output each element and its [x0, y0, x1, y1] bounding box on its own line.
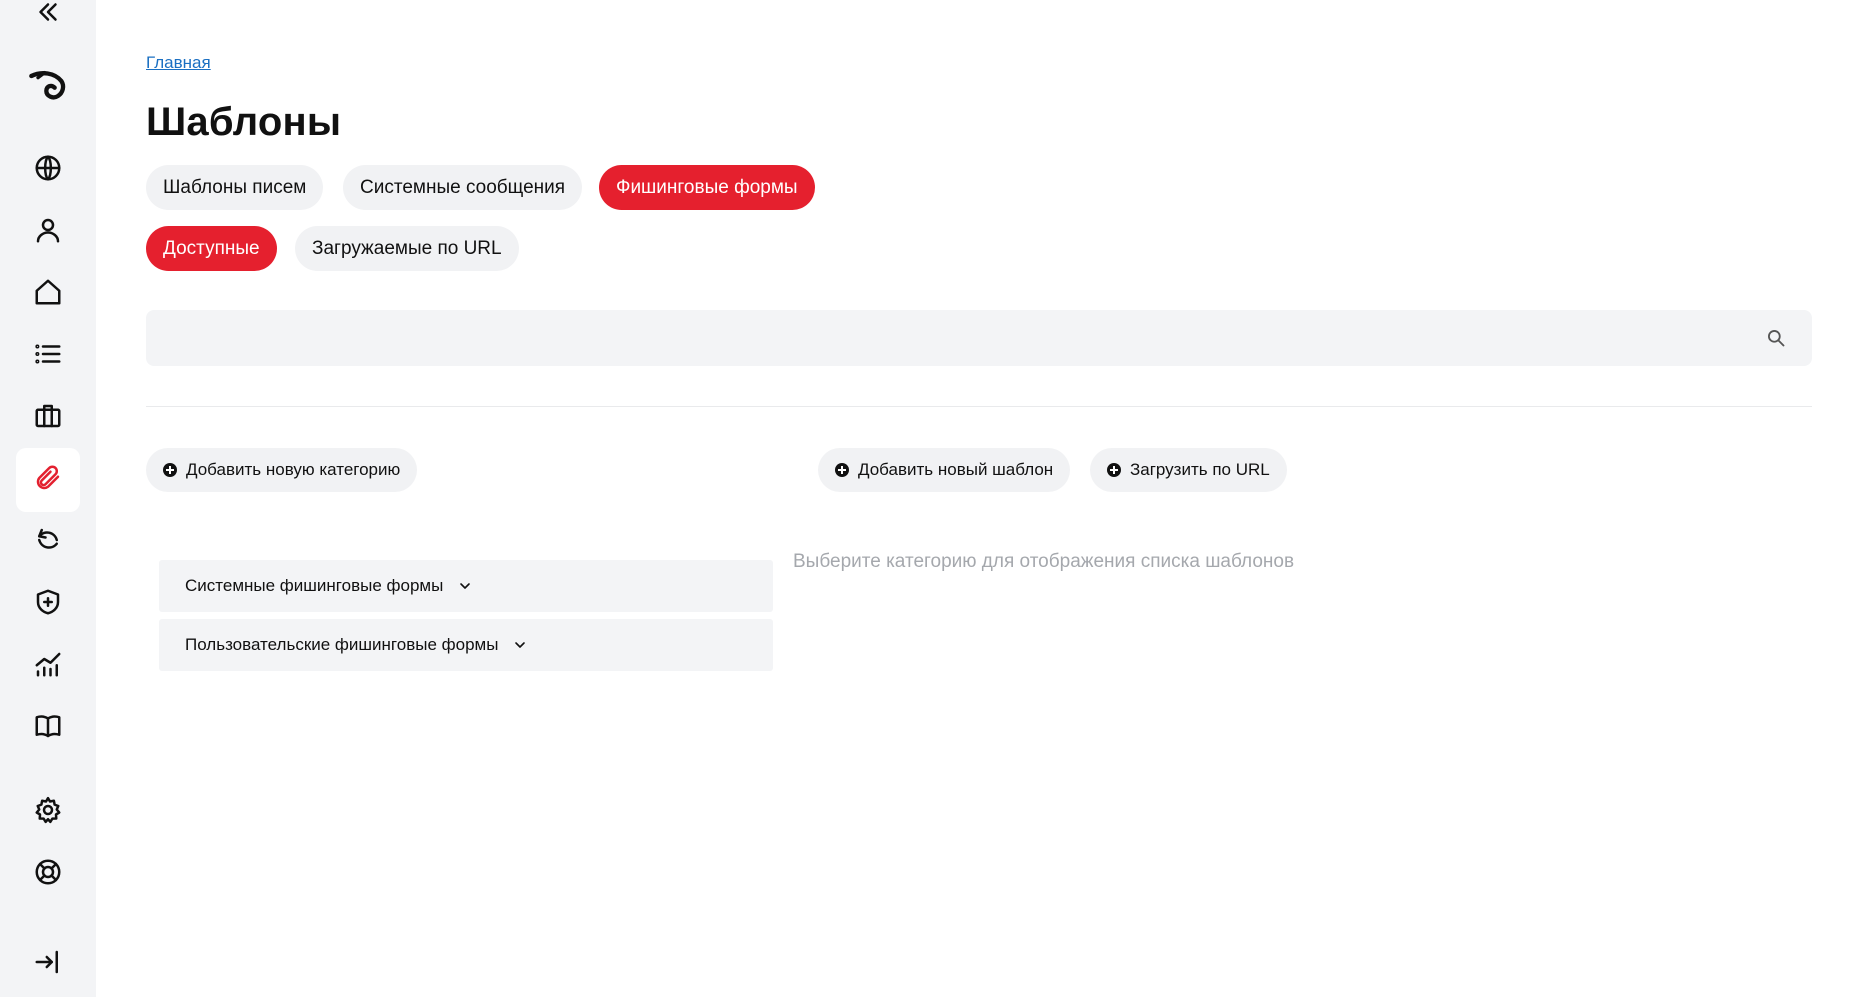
add-template-button[interactable]: Добавить новый шаблон [818, 448, 1071, 492]
sidebar-item-analytics[interactable] [16, 634, 80, 698]
sidebar-item-support[interactable] [16, 842, 80, 906]
plus-circle-icon [835, 463, 849, 477]
globe-icon [33, 153, 63, 188]
app-root: Главная Шаблоны Шаблоны писем Системные … [0, 0, 1856, 997]
add-category-button[interactable]: Добавить новую категорию [146, 448, 418, 492]
divider [146, 406, 1812, 407]
logo[interactable] [16, 56, 80, 120]
search-icon[interactable] [1766, 328, 1786, 348]
logout-icon [33, 947, 63, 982]
user-icon [33, 215, 63, 250]
chevron-down-icon [512, 637, 528, 653]
lifebuoy-icon [33, 857, 63, 892]
sidebar-item-users[interactable] [16, 200, 80, 264]
category-system-forms[interactable]: Системные фишинговые формы [159, 560, 773, 612]
page-title: Шаблоны [146, 100, 342, 144]
analytics-icon [33, 649, 63, 684]
tab-phishing-forms[interactable]: Фишинговые формы [599, 165, 815, 210]
add-template-label: Добавить новый шаблон [858, 460, 1054, 479]
plus-circle-icon [1107, 463, 1121, 477]
category-label: Системные фишинговые формы [185, 576, 444, 595]
book-icon [33, 711, 63, 746]
home-icon [33, 277, 63, 312]
add-category-label: Добавить новую категорию [186, 460, 401, 479]
search-input[interactable] [146, 310, 1812, 366]
paperclip-icon [33, 463, 63, 498]
briefcase-icon [33, 401, 63, 436]
list-icon [33, 339, 63, 374]
plus-circle-icon [163, 463, 177, 477]
shield-plus-icon [33, 587, 63, 622]
chevron-down-icon [457, 578, 473, 594]
category-user-forms[interactable]: Пользовательские фишинговые формы [159, 619, 773, 671]
collapse-sidebar-button[interactable] [16, 0, 80, 46]
gear-icon [33, 795, 63, 830]
logout-button[interactable] [16, 932, 80, 996]
sidebar-item-settings[interactable] [16, 780, 80, 844]
tab-email-templates[interactable]: Шаблоны писем [146, 165, 324, 210]
load-by-url-label: Загрузить по URL [1130, 460, 1270, 479]
sidebar-item-refresh[interactable] [16, 510, 80, 574]
sidebar-item-globe[interactable] [16, 138, 80, 202]
sidebar-item-list[interactable] [16, 324, 80, 388]
empty-state-hint: Выберите категорию для отображения списк… [793, 551, 1295, 572]
sidebar [0, 0, 96, 997]
sidebar-item-templates[interactable] [16, 448, 80, 512]
logo-icon [28, 66, 68, 111]
sidebar-item-home[interactable] [16, 262, 80, 326]
sidebar-item-docs[interactable] [16, 696, 80, 760]
load-by-url-button[interactable]: Загрузить по URL [1090, 448, 1287, 492]
category-label: Пользовательские фишинговые формы [185, 635, 499, 654]
sidebar-item-security[interactable] [16, 572, 80, 636]
tab-system-messages[interactable]: Системные сообщения [343, 165, 583, 210]
subtab-available[interactable]: Доступные [146, 226, 277, 271]
subtab-url-loaded[interactable]: Загружаемые по URL [295, 226, 519, 271]
sidebar-item-briefcase[interactable] [16, 386, 80, 450]
collapse-icon [33, 0, 63, 32]
refresh-icon [33, 525, 63, 560]
search-bar [146, 310, 1812, 366]
breadcrumb-home-link[interactable]: Главная [146, 53, 211, 73]
